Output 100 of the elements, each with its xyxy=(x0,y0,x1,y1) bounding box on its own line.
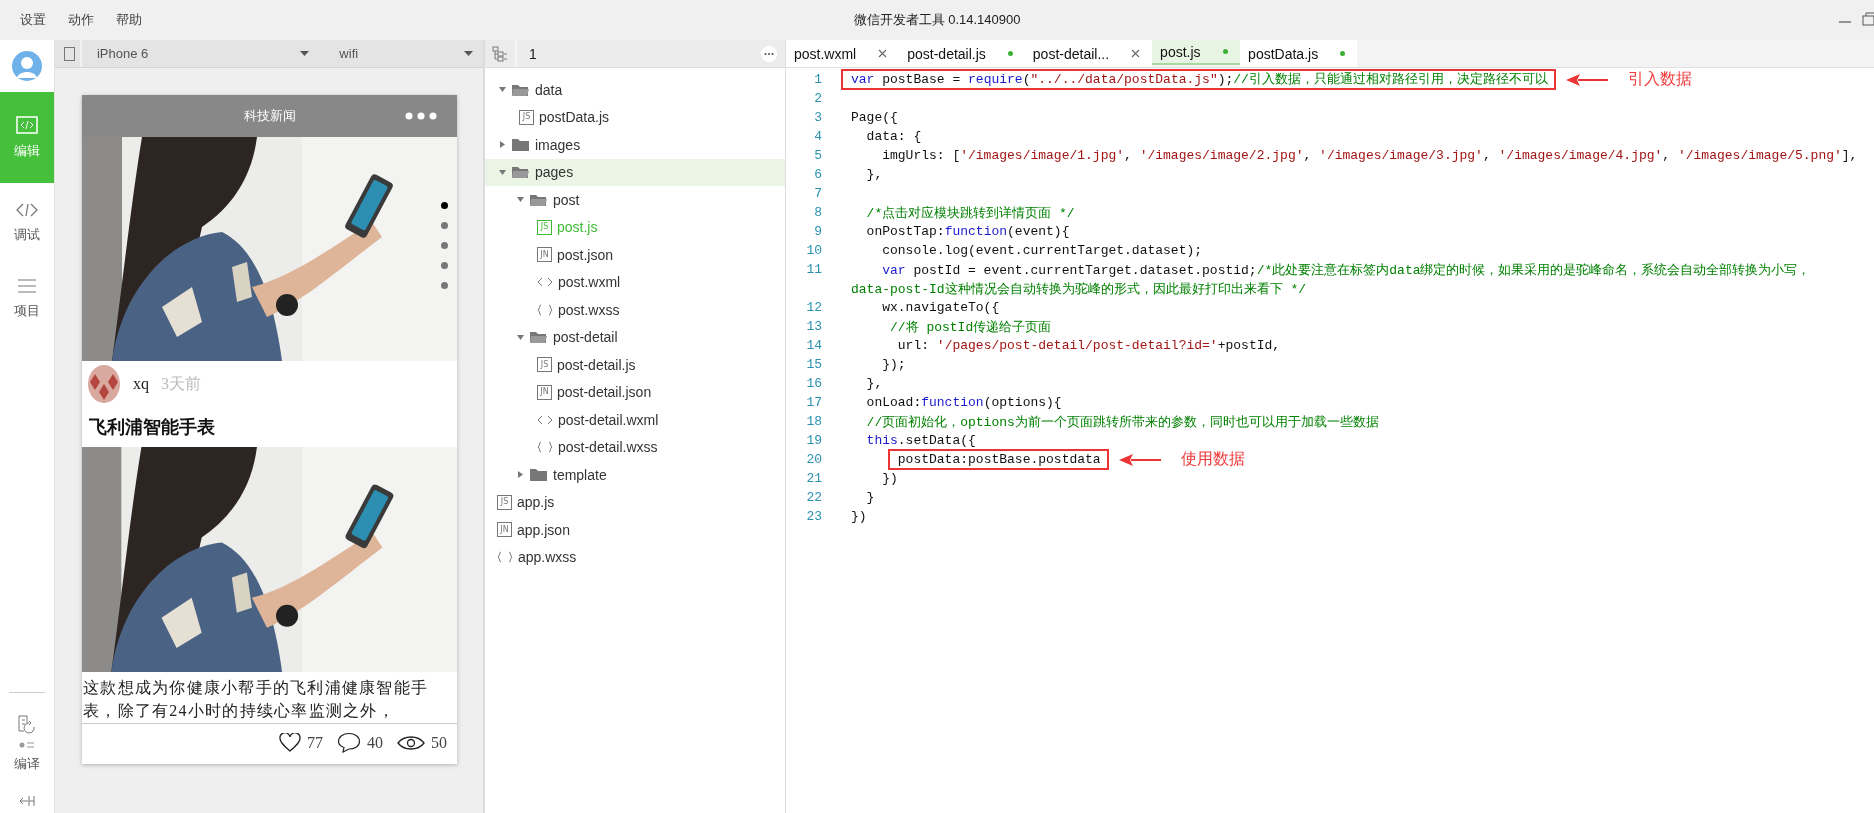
folder-item[interactable]: template xyxy=(485,461,785,489)
caret-down-icon xyxy=(516,196,524,204)
file-item[interactable]: post-detail.wxss xyxy=(485,433,785,461)
code-line: wx.navigateTo({ xyxy=(881,300,1000,315)
line-number: 4 xyxy=(813,129,823,144)
post-date: 3天前 xyxy=(161,373,201,394)
code-icon xyxy=(16,115,38,134)
swiper-dot[interactable] xyxy=(441,262,448,269)
line-number: 7 xyxy=(813,186,823,201)
caret-icon xyxy=(464,51,473,56)
line-number: 5 xyxy=(813,148,823,163)
js-file-icon: JS xyxy=(519,109,534,125)
line-number: 17 xyxy=(805,395,823,410)
folder-icon xyxy=(530,467,548,482)
close-icon[interactable] xyxy=(878,49,888,58)
annotation-label: 使用数据 xyxy=(1180,449,1245,469)
editor-tab[interactable]: postData.js xyxy=(1240,40,1358,67)
file-item[interactable]: post-detail.wxml xyxy=(485,406,785,434)
code-icon xyxy=(16,202,38,218)
file-item[interactable]: JN post-detail.json xyxy=(485,378,785,406)
swiper-dot[interactable] xyxy=(441,202,448,209)
caret-down-icon xyxy=(498,86,506,94)
line-number: 23 xyxy=(805,509,823,524)
line-number: 10 xyxy=(805,243,823,258)
phone-icon[interactable] xyxy=(63,46,75,61)
folder-item[interactable]: post-detail xyxy=(485,323,785,351)
folder-open-icon xyxy=(512,82,530,97)
code-line: data: { xyxy=(865,129,922,144)
line-number: 2 xyxy=(813,91,823,106)
folder-item[interactable]: post xyxy=(485,186,785,214)
line-number: 19 xyxy=(805,433,823,448)
list-icon xyxy=(19,741,35,749)
folder-item[interactable]: data xyxy=(485,76,785,104)
file-item[interactable]: JN app.json xyxy=(485,516,785,544)
code-line: onPostTap:function(event){ xyxy=(865,224,1070,239)
editor-tab[interactable]: post-detail... xyxy=(1024,40,1153,67)
braces-icon xyxy=(497,551,513,564)
file-item[interactable]: JS post-detail.js xyxy=(485,351,785,379)
eye-icon xyxy=(397,734,425,751)
swiper-dot[interactable] xyxy=(441,282,448,289)
file-item[interactable]: JS postData.js xyxy=(485,103,785,131)
network-dropdown[interactable]: wifi xyxy=(319,40,483,67)
code-line: var postId = event.currentTarget.dataset.postid;/*此处要注意在标签内data绑定的时候，如果采用的是驼峰命名，系统会自动全部转换为小写， xyxy=(881,261,1811,279)
editor-tab[interactable]: post.wxml xyxy=(786,40,900,67)
caret-right-icon xyxy=(516,471,524,479)
file-item[interactable]: app.wxss xyxy=(485,543,785,571)
line-number: 9 xyxy=(813,224,823,239)
compile-button[interactable]: 编译 xyxy=(0,693,54,773)
menu-icon xyxy=(17,278,37,294)
code-line: Page({ xyxy=(851,110,898,125)
editor-tab[interactable]: post.js xyxy=(1152,40,1241,65)
code-line: this.setData({ xyxy=(865,433,976,448)
line-number: 6 xyxy=(813,167,823,182)
comment-icon xyxy=(337,732,361,753)
tree-icon[interactable] xyxy=(492,45,508,62)
caret-icon xyxy=(300,51,310,56)
annotation-label: 引入数据 xyxy=(1627,69,1692,89)
file-item[interactable]: JS app.js xyxy=(485,488,785,516)
line-number: 21 xyxy=(805,471,823,486)
menu-item[interactable]: 动作 xyxy=(66,11,96,29)
file-item[interactable]: post.wxss xyxy=(485,296,785,324)
folder-item[interactable]: images xyxy=(485,131,785,159)
device-dropdown[interactable]: iPhone 6 xyxy=(81,40,320,67)
js-file-icon: JS xyxy=(537,219,552,235)
modified-dot xyxy=(1340,51,1346,56)
more-icon[interactable] xyxy=(761,45,777,62)
arrow-icon xyxy=(1565,73,1608,86)
json-file-icon: JN xyxy=(497,522,512,538)
file-item[interactable]: JN post.json xyxy=(485,241,785,269)
post-content: 这款想成为你健康小帮手的飞利浦健康智能手表，除了有24小时的持续心率监测之外， xyxy=(82,672,457,724)
post-title: 飞利浦智能手表 xyxy=(88,416,216,439)
restore-icon[interactable] xyxy=(1862,12,1874,26)
braces-icon xyxy=(537,303,553,316)
sidebar-item[interactable]: 调试 xyxy=(0,183,54,263)
caret-down-icon xyxy=(498,168,506,176)
line-number: 3 xyxy=(813,110,823,125)
menu-item[interactable]: 设置 xyxy=(18,11,48,29)
arrow-bar-icon[interactable] xyxy=(19,795,35,807)
line-number: 18 xyxy=(805,414,823,429)
js-file-icon: JS xyxy=(497,494,512,510)
json-file-icon: JN xyxy=(537,384,552,400)
folder-item[interactable]: pages xyxy=(485,158,785,186)
arrow-icon xyxy=(1118,453,1161,466)
line-number: 14 xyxy=(805,338,823,353)
nav-title: 科技新闻 xyxy=(243,107,296,125)
json-file-icon: JN xyxy=(537,247,552,263)
close-icon[interactable] xyxy=(1131,49,1141,58)
avatar-icon xyxy=(87,364,121,404)
folder-icon xyxy=(512,137,530,152)
editor-tab[interactable]: post-detail.js xyxy=(899,40,1025,67)
swiper-dot[interactable] xyxy=(441,222,448,229)
sidebar-item[interactable]: 项目 xyxy=(0,263,54,335)
more-icon[interactable] xyxy=(405,112,437,120)
code-icon xyxy=(537,276,553,289)
file-item[interactable]: post.wxml xyxy=(485,268,785,296)
menu-item[interactable]: 帮助 xyxy=(114,11,144,29)
swiper-dot[interactable] xyxy=(441,242,448,249)
modified-dot xyxy=(1007,51,1013,56)
window-title: 微信开发者工具 0.14.140900 xyxy=(853,12,1021,27)
folder-open-icon xyxy=(530,192,548,207)
